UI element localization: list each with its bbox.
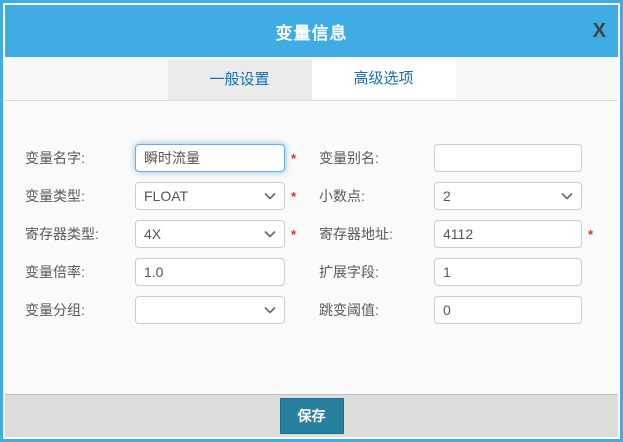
register-type-label: 寄存器类型: [25,224,135,244]
register-type-value: 4X [144,226,161,242]
register-address-input[interactable] [434,220,582,248]
decimal-point-select[interactable]: 2 [434,182,582,210]
chevron-down-icon [561,192,573,200]
decimal-point-value: 2 [443,188,451,204]
register-address-label: 寄存器地址: [319,224,434,244]
tab-advanced-options[interactable]: 高级选项 [312,56,456,100]
decimal-point-label: 小数点: [319,186,434,206]
variable-group-label: 变量分组: [25,300,135,320]
variable-info-dialog: 变量信息 X 一般设置 高级选项 变量名字: * 变量别名: 变量类型: FLO… [0,0,623,442]
variable-type-value: FLOAT [144,188,188,204]
form-grid: 变量名字: * 变量别名: 变量类型: FLOAT * 小数点: 2 寄存器类型… [25,144,618,324]
extended-field-label: 扩展字段: [319,262,434,282]
required-asterisk: * [285,228,319,241]
chevron-down-icon [264,306,276,314]
variable-ratio-label: 变量倍率: [25,262,135,282]
jump-threshold-input[interactable] [434,296,582,324]
register-type-select[interactable]: 4X [135,220,285,248]
variable-ratio-input[interactable] [135,258,285,286]
variable-group-select[interactable] [135,296,285,324]
chevron-down-icon [264,230,276,238]
dialog-title: 变量信息 [276,19,348,44]
variable-type-select[interactable]: FLOAT [135,182,285,210]
jump-threshold-label: 跳变阈值: [319,300,434,320]
variable-alias-input[interactable] [434,144,582,172]
required-asterisk: * [285,190,319,203]
form-panel: 变量名字: * 变量别名: 变量类型: FLOAT * 小数点: 2 寄存器类型… [5,101,618,394]
required-asterisk: * [582,228,598,241]
dialog-header: 变量信息 X [5,5,618,57]
variable-type-label: 变量类型: [25,186,135,206]
save-button[interactable]: 保存 [280,398,344,434]
variable-name-input[interactable] [135,144,285,172]
required-asterisk: * [285,152,319,165]
tab-general-settings[interactable]: 一般设置 [168,60,312,100]
extended-field-input[interactable] [434,258,582,286]
tab-bar: 一般设置 高级选项 [5,57,618,101]
variable-name-label: 变量名字: [25,148,135,168]
close-icon[interactable]: X [593,21,606,41]
variable-alias-label: 变量别名: [319,148,434,168]
dialog-footer: 保存 [5,394,618,437]
chevron-down-icon [264,192,276,200]
